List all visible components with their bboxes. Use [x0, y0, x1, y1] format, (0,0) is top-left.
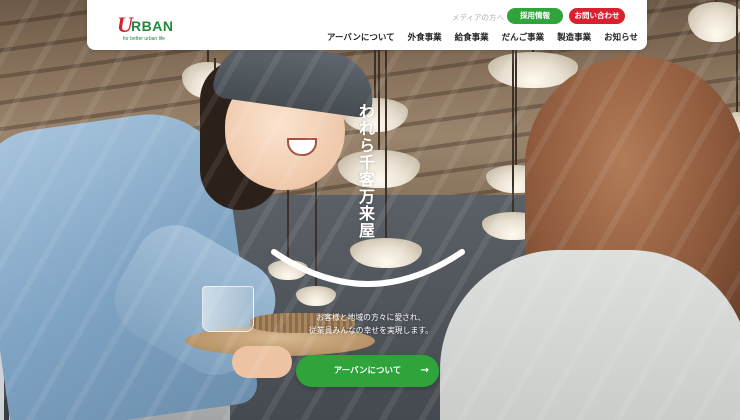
- media-link[interactable]: メディアの方へ: [452, 12, 504, 23]
- nav-item-catering[interactable]: 給食事業: [455, 31, 489, 43]
- nav-item-about[interactable]: アーバンについて: [327, 31, 395, 43]
- hero-subtext-line2: 従業員みんなの幸せを実現します。: [309, 326, 433, 335]
- about-cta-label: アーバンについて: [333, 366, 402, 376]
- nav-item-manufacturing[interactable]: 製造事業: [557, 31, 591, 43]
- about-cta-button[interactable]: アーバンについて →: [296, 355, 439, 387]
- site-header: U RBAN for better urban life メディアの方へ 採用情…: [87, 0, 647, 50]
- hero-subtext-line1: お客様と地域の方々に愛され、: [316, 313, 426, 322]
- nav-item-dango[interactable]: だんご事業: [502, 31, 545, 43]
- hero-subtext: お客様と地域の方々に愛され、 従業員みんなの幸せを実現します。: [306, 311, 436, 337]
- urban-logo[interactable]: U RBAN for better urban life: [117, 12, 177, 42]
- hero-catch-copy: われら千客万来屋: [356, 103, 375, 239]
- nav-item-restaurant[interactable]: 外食事業: [408, 31, 442, 43]
- recruit-button[interactable]: 採用情報: [507, 8, 563, 24]
- logo-tagline: for better urban life: [123, 36, 165, 42]
- logo-word: RBAN: [131, 18, 174, 34]
- smile-arc-icon: [271, 249, 465, 287]
- logo-mark: U: [117, 12, 133, 37]
- nav-item-news[interactable]: お知らせ: [604, 31, 638, 43]
- arrow-right-icon: →: [420, 365, 429, 376]
- global-nav: アーバンについて 外食事業 給食事業 だんご事業 製造事業 お知らせ: [327, 31, 651, 43]
- contact-button[interactable]: お問い合わせ: [569, 8, 625, 24]
